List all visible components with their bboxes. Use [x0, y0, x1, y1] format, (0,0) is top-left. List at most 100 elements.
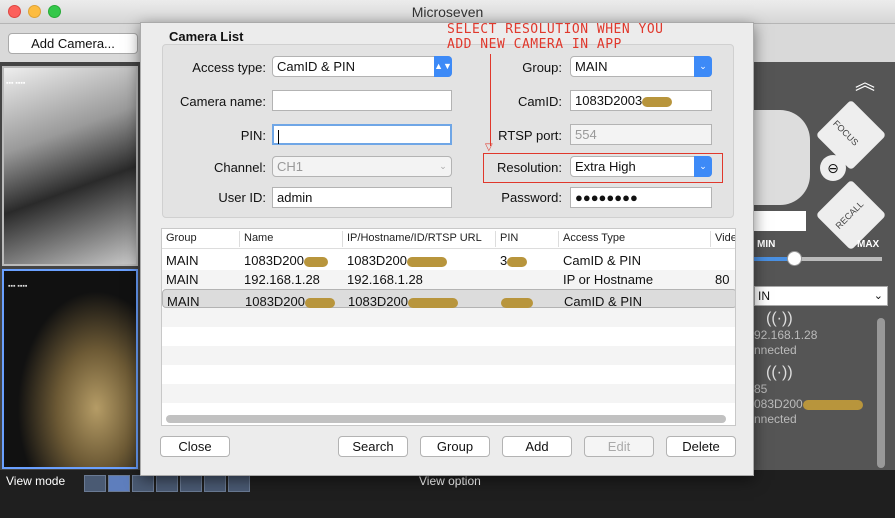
select-arrows-icon: ▲▼: [434, 56, 452, 77]
speed-slider-knob[interactable]: [787, 251, 802, 266]
chevron-down-icon: ⌄: [694, 56, 712, 77]
table-row[interactable]: MAIN 192.168.1.28 192.168.1.28 IP or Hos…: [162, 270, 735, 289]
access-type-label: Access type:: [192, 60, 266, 75]
cell-pin: 3: [500, 253, 528, 268]
rtsp-port-field[interactable]: 554: [570, 124, 712, 145]
column-header-access-type[interactable]: Access Type: [563, 232, 625, 244]
device-address: 92.168.1.28: [754, 328, 818, 342]
window-titlebar: Microseven: [0, 0, 895, 24]
layout-buttons: [84, 475, 250, 492]
access-type-value: CamID & PIN: [277, 59, 356, 74]
layout-16-icon[interactable]: [228, 475, 250, 492]
cell-name: 192.168.1.28: [244, 272, 320, 287]
table-row[interactable]: MAIN 1083D200 1083D200 CamID & PIN: [162, 289, 735, 309]
collapse-up-icon[interactable]: ︽: [855, 66, 875, 95]
column-header-name[interactable]: Name: [244, 232, 273, 244]
table-header: Group Name IP/Hostname/ID/RTSP URL PIN A…: [162, 229, 735, 249]
cell-ip: 1083D200: [347, 253, 447, 268]
camera-name-label: Camera name:: [180, 94, 266, 109]
channel-label: Channel:: [213, 160, 266, 175]
group-label: Group:: [522, 60, 562, 75]
add-camera-button[interactable]: Add Camera...: [8, 33, 138, 54]
device-list: ((·)) 92.168.1.28 nnected ((·)) 85 083D2…: [754, 310, 874, 470]
cell-video: 80: [715, 272, 730, 287]
column-divider: [495, 231, 496, 247]
device-list-scrollbar[interactable]: [877, 318, 885, 468]
column-divider: [710, 231, 711, 247]
group-form-select[interactable]: MAIN ⌄: [570, 56, 712, 77]
table-row: [162, 365, 735, 384]
channel-select[interactable]: CH1 ⌄: [272, 156, 452, 177]
cell-group: MAIN: [166, 253, 199, 268]
wifi-icon: ((·)): [766, 364, 793, 381]
dialog-title: Camera List: [169, 29, 244, 44]
table-row: [162, 384, 735, 403]
camera-name-field[interactable]: [272, 90, 452, 111]
add-button[interactable]: Add: [502, 436, 572, 457]
device-address: 85: [754, 382, 768, 396]
column-divider: [558, 231, 559, 247]
view-mode-label: View mode: [6, 474, 66, 488]
annotation-highlight-box: [483, 153, 723, 183]
column-header-pin[interactable]: PIN: [500, 232, 518, 244]
search-button[interactable]: Search: [338, 436, 408, 457]
column-header-video[interactable]: Vide: [715, 232, 735, 244]
device-id: 083D200: [754, 397, 874, 412]
delete-button[interactable]: Delete: [666, 436, 736, 457]
annotation-text: SELECT RESOLUTION WHEN YOU ADD NEW CAMER…: [447, 22, 664, 52]
ptz-direction-pad[interactable]: [752, 110, 810, 205]
column-header-group[interactable]: Group: [166, 232, 197, 244]
speed-min-label: MIN: [757, 239, 776, 250]
annotation-line-1: SELECT RESOLUTION WHEN YOU: [447, 22, 664, 37]
layout-6-icon[interactable]: [132, 475, 154, 492]
annotation-arrowhead-icon: ▽: [485, 142, 493, 153]
password-label: Password:: [501, 190, 562, 205]
pin-field[interactable]: [272, 124, 452, 145]
cell-ip: 192.168.1.28: [347, 272, 423, 287]
device-status: nnected: [754, 343, 797, 357]
cell-access-type: CamID & PIN: [563, 253, 642, 268]
camera-table: Group Name IP/Hostname/ID/RTSP URL PIN A…: [161, 228, 736, 426]
group-select[interactable]: IN ⌄: [754, 286, 888, 306]
camid-field[interactable]: 1083D2003: [570, 90, 712, 111]
layout-13-icon[interactable]: [204, 475, 226, 492]
wifi-icon: ((·)): [766, 310, 793, 327]
user-id-field[interactable]: admin: [272, 187, 452, 208]
cell-group: MAIN: [166, 272, 199, 287]
camera-feed-1[interactable]: ▪▪▪ ▪▪▪▪: [2, 66, 138, 266]
group-select-value: IN: [758, 289, 770, 303]
view-option-label: View option: [419, 474, 481, 488]
cell-access-type: IP or Hostname: [563, 272, 654, 287]
rtsp-port-label: RTSP port:: [498, 128, 562, 143]
table-row: [162, 327, 735, 346]
user-id-label: User ID:: [218, 190, 266, 205]
layout-9-icon[interactable]: [180, 475, 202, 492]
table-row: [162, 308, 735, 327]
group-button[interactable]: Group: [420, 436, 490, 457]
password-field[interactable]: ●●●●●●●●: [570, 187, 712, 208]
camera-feed-2[interactable]: ▪▪▪ ▪▪▪▪: [2, 269, 138, 469]
zoom-out-icon[interactable]: ⊖: [820, 155, 846, 181]
preset-input[interactable]: [754, 211, 806, 231]
table-row: [162, 346, 735, 365]
annotation-arrow-line: [490, 54, 491, 146]
access-type-select[interactable]: CamID & PIN ▲▼: [272, 56, 452, 77]
column-divider: [342, 231, 343, 247]
window-title: Microseven: [411, 4, 484, 20]
device-status: nnected: [754, 412, 797, 426]
edit-button[interactable]: Edit: [584, 436, 654, 457]
layout-1-icon[interactable]: [84, 475, 106, 492]
table-horizontal-scrollbar[interactable]: [166, 415, 726, 423]
group-form-value: MAIN: [575, 59, 608, 74]
layout-8-icon[interactable]: [156, 475, 178, 492]
table-row[interactable]: MAIN 1083D200 1083D200 3 CamID & PIN: [162, 251, 735, 270]
close-button[interactable]: Close: [160, 436, 230, 457]
layout-4-icon[interactable]: [108, 475, 130, 492]
select-arrows-icon: ⌄: [439, 161, 447, 171]
camid-label: CamID:: [517, 94, 562, 109]
camera-feed-timestamp: ▪▪▪ ▪▪▪▪: [8, 283, 28, 290]
annotation-line-2: ADD NEW CAMERA IN APP: [447, 37, 622, 52]
column-header-ip[interactable]: IP/Hostname/ID/RTSP URL: [347, 232, 482, 244]
speed-max-label: MAX: [857, 239, 880, 250]
text-caret: [278, 129, 279, 144]
